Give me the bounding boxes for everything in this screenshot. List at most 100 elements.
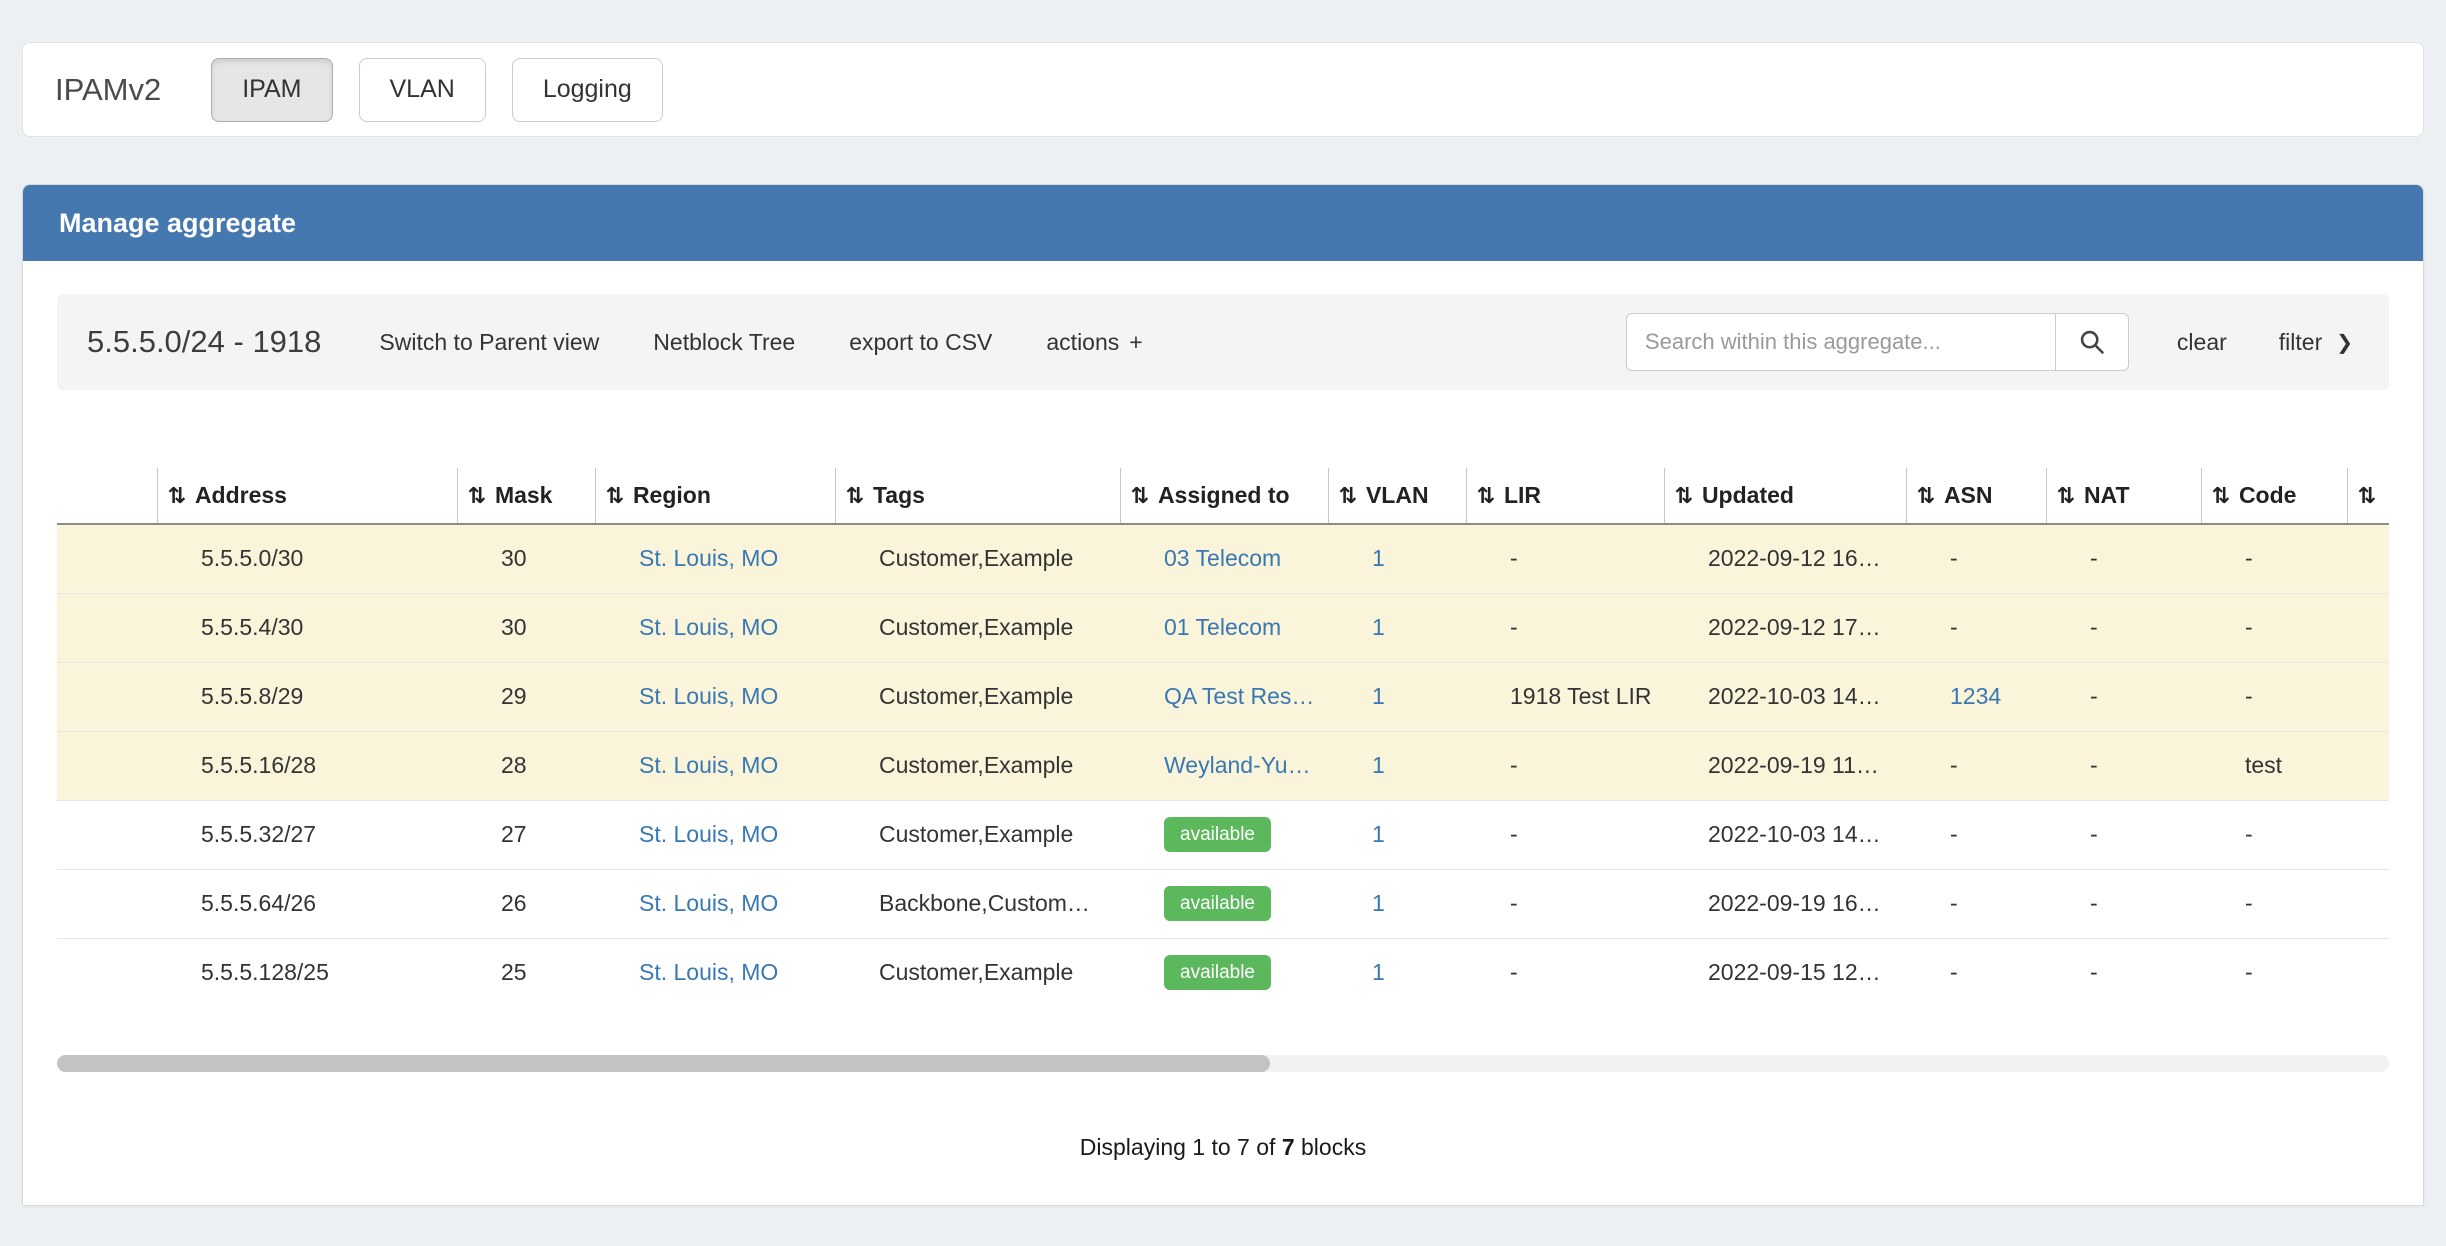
app-brand: IPAMv2 <box>55 72 161 108</box>
filter-link[interactable]: filter❯ <box>2279 329 2353 356</box>
cell-nat: - <box>2046 731 2201 800</box>
assigned-link[interactable]: 03 Telecom <box>1164 545 1281 571</box>
top-navbar: IPAMv2 IPAM VLAN Logging <box>22 42 2424 137</box>
assigned-link[interactable]: QA Test Res… <box>1164 683 1314 709</box>
sort-icon: ⇅ <box>1477 484 1495 509</box>
cell-asn: - <box>1906 593 2046 662</box>
col-vlan[interactable]: ⇅VLAN <box>1328 468 1466 524</box>
cell-mask: 27 <box>457 800 595 869</box>
cell-assigned: 01 Telecom <box>1120 593 1328 662</box>
cell-tags: Customer,Example <box>835 800 1120 869</box>
cell-nat: - <box>2046 869 2201 938</box>
col-address[interactable]: ⇅Address <box>157 468 457 524</box>
region-link[interactable]: St. Louis, MO <box>639 614 778 640</box>
region-link[interactable]: St. Louis, MO <box>639 752 778 778</box>
cell-mask: 25 <box>457 938 595 1007</box>
col-overflow[interactable]: ⇅ <box>2347 468 2389 524</box>
col-lir-label: LIR <box>1504 482 1541 508</box>
export-csv-link[interactable]: export to CSV <box>849 329 992 356</box>
region-link[interactable]: St. Louis, MO <box>639 683 778 709</box>
col-nat[interactable]: ⇅NAT <box>2046 468 2201 524</box>
sort-icon: ⇅ <box>606 484 624 509</box>
cell-code: - <box>2201 800 2347 869</box>
sort-icon: ⇅ <box>1339 484 1357 509</box>
col-assigned-to[interactable]: ⇅Assigned to <box>1120 468 1328 524</box>
assigned-link[interactable]: Weyland-Yu… <box>1164 752 1311 778</box>
col-tags[interactable]: ⇅Tags <box>835 468 1120 524</box>
col-asn-label: ASN <box>1944 482 1993 508</box>
clear-search-link[interactable]: clear <box>2177 329 2227 356</box>
cell-updated: 2022-10-03 14… <box>1664 662 1906 731</box>
search-input[interactable] <box>1626 313 2056 371</box>
cell-mask: 29 <box>457 662 595 731</box>
cell-asn: - <box>1906 938 2046 1007</box>
blocks-table-wrap: ⇅Address ⇅Mask ⇅Region ⇅Tags ⇅Assigned t… <box>57 468 2389 1007</box>
panel-body: 5.5.5.0/24 - 1918 Switch to Parent view … <box>23 261 2423 1161</box>
cell-updated: 2022-10-03 14… <box>1664 800 1906 869</box>
region-link[interactable]: St. Louis, MO <box>639 821 778 847</box>
vlan-link[interactable]: 1 <box>1372 821 1385 847</box>
aggregate-search-group <box>1626 313 2129 371</box>
tab-vlan[interactable]: VLAN <box>359 58 486 122</box>
col-lir[interactable]: ⇅ LIR <box>1466 468 1664 524</box>
cell-lir: - <box>1466 731 1664 800</box>
table-row: 5.5.5.128/25 25 St. Louis, MO Customer,E… <box>57 938 2389 1007</box>
switch-parent-view-link[interactable]: Switch to Parent view <box>379 329 599 356</box>
cell-updated: 2022-09-12 16… <box>1664 524 1906 593</box>
col-mask[interactable]: ⇅Mask <box>457 468 595 524</box>
cell-nat: - <box>2046 662 2201 731</box>
assigned-link[interactable]: 01 Telecom <box>1164 614 1281 640</box>
tab-ipam[interactable]: IPAM <box>211 58 332 122</box>
col-code[interactable]: ⇅Code <box>2201 468 2347 524</box>
cell-vlan: 1 <box>1328 800 1466 869</box>
cell-mask: 30 <box>457 593 595 662</box>
cell-tags: Customer,Example <box>835 662 1120 731</box>
col-mask-label: Mask <box>495 482 553 508</box>
cell-assigned: QA Test Res… <box>1120 662 1328 731</box>
cell-asn: - <box>1906 800 2046 869</box>
actions-menu-link[interactable]: actions+ <box>1046 329 1142 356</box>
table-row: 5.5.5.8/29 29 St. Louis, MO Customer,Exa… <box>57 662 2389 731</box>
tab-logging[interactable]: Logging <box>512 58 663 122</box>
horizontal-scrollbar[interactable] <box>57 1055 2389 1072</box>
pagination-status: Displaying 1 to 7 of 7 blocks <box>57 1134 2389 1161</box>
sort-icon: ⇅ <box>2212 484 2230 509</box>
vlan-link[interactable]: 1 <box>1372 683 1385 709</box>
sort-icon: ⇅ <box>1917 484 1935 509</box>
cell-vlan: 1 <box>1328 731 1466 800</box>
table-header-row: ⇅Address ⇅Mask ⇅Region ⇅Tags ⇅Assigned t… <box>57 468 2389 524</box>
scrollbar-thumb[interactable] <box>57 1055 1270 1072</box>
vlan-link[interactable]: 1 <box>1372 959 1385 985</box>
region-link[interactable]: St. Louis, MO <box>639 959 778 985</box>
col-region[interactable]: ⇅Region <box>595 468 835 524</box>
vlan-link[interactable]: 1 <box>1372 614 1385 640</box>
cell-mask: 30 <box>457 524 595 593</box>
cell-assigned: available <box>1120 800 1328 869</box>
region-link[interactable]: St. Louis, MO <box>639 545 778 571</box>
col-tags-label: Tags <box>873 482 925 508</box>
cell-tags: Backbone,Custom… <box>835 869 1120 938</box>
vlan-link[interactable]: 1 <box>1372 752 1385 778</box>
asn-link[interactable]: 1234 <box>1950 683 2001 709</box>
sort-icon: ⇅ <box>168 484 186 509</box>
cell-region: St. Louis, MO <box>595 662 835 731</box>
sort-icon: ⇅ <box>1675 484 1693 509</box>
table-row: 5.5.5.4/30 30 St. Louis, MO Customer,Exa… <box>57 593 2389 662</box>
cell-updated: 2022-09-15 12… <box>1664 938 1906 1007</box>
col-asn[interactable]: ⇅ ASN <box>1906 468 2046 524</box>
panel-title: Manage aggregate <box>59 208 296 239</box>
region-link[interactable]: St. Louis, MO <box>639 890 778 916</box>
netblock-tree-link[interactable]: Netblock Tree <box>653 329 795 356</box>
vlan-link[interactable]: 1 <box>1372 890 1385 916</box>
col-updated[interactable]: ⇅Updated <box>1664 468 1906 524</box>
cell-lir: - <box>1466 524 1664 593</box>
search-button[interactable] <box>2055 313 2129 371</box>
cell-updated: 2022-09-19 16… <box>1664 869 1906 938</box>
cell-asn: - <box>1906 524 2046 593</box>
cell-vlan: 1 <box>1328 662 1466 731</box>
vlan-link[interactable]: 1 <box>1372 545 1385 571</box>
col-nat-label: NAT <box>2084 482 2130 508</box>
pagination-total: 7 <box>1282 1134 1295 1160</box>
table-row: 5.5.5.32/27 27 St. Louis, MO Customer,Ex… <box>57 800 2389 869</box>
cell-asn: - <box>1906 869 2046 938</box>
